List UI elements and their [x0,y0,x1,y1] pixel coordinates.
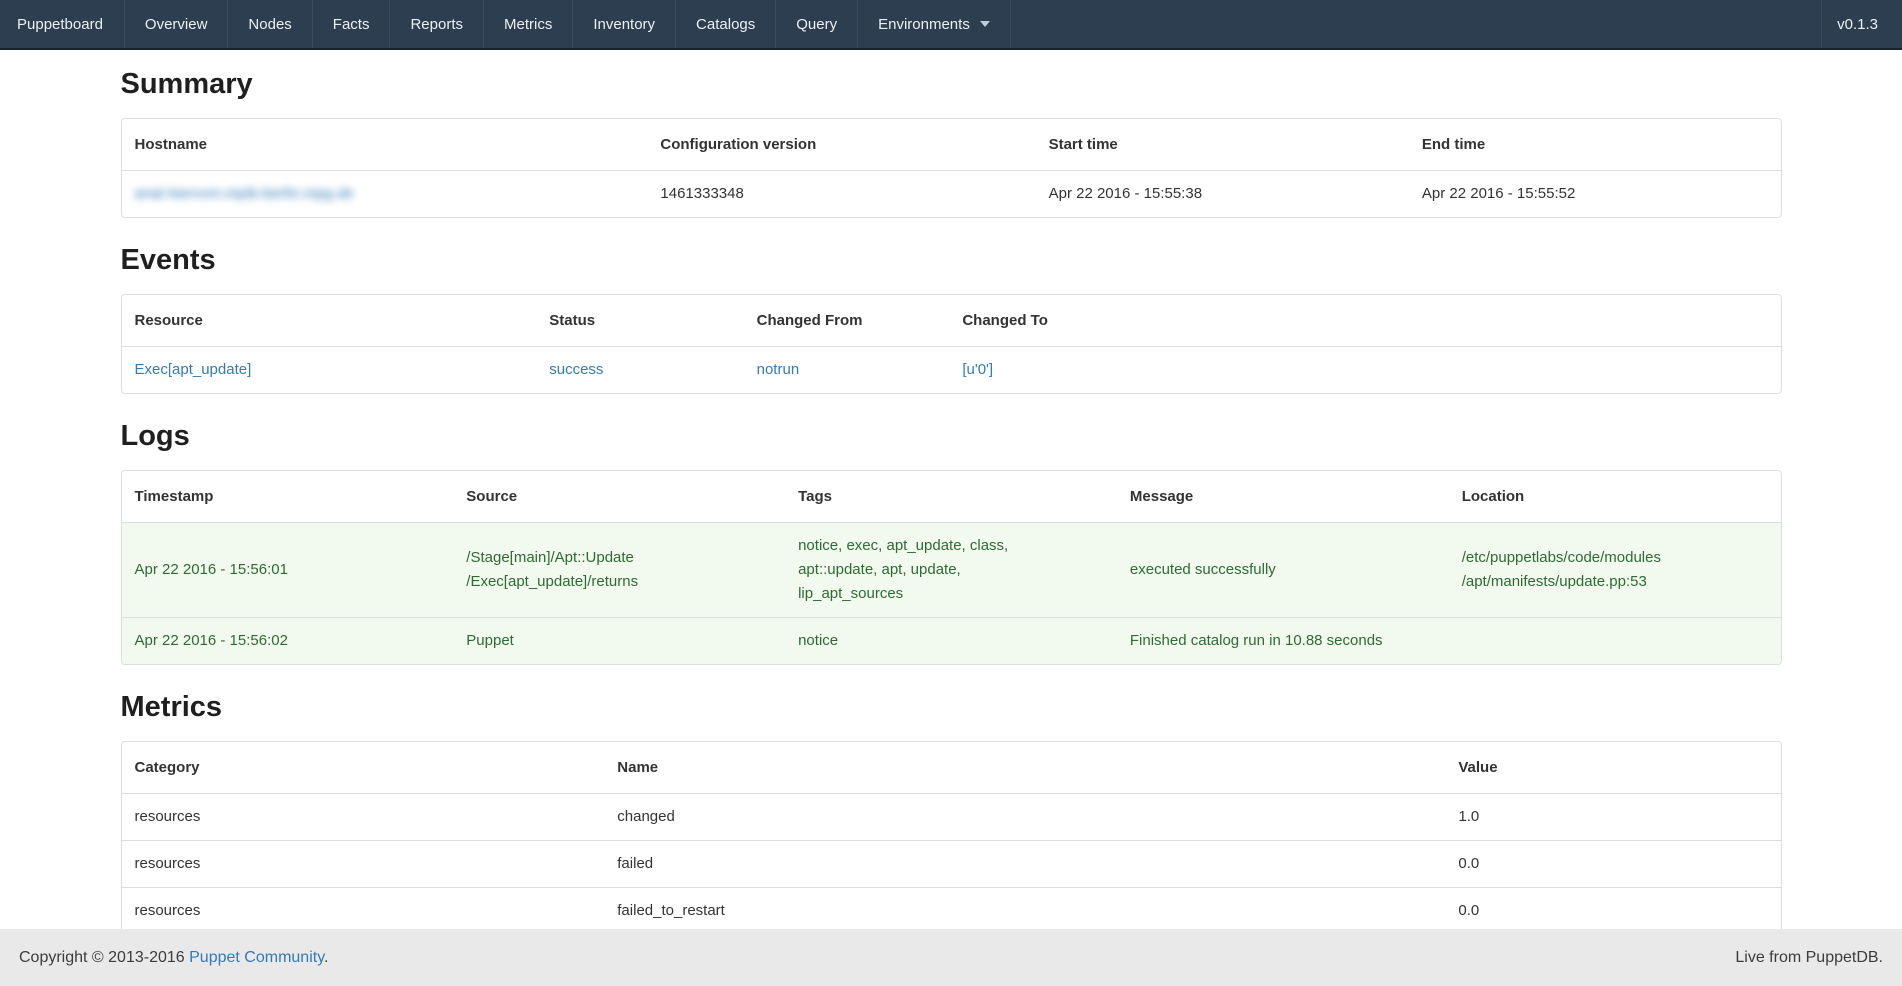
log-location [1449,618,1781,665]
nav-item-catalogs[interactable]: Catalogs [676,0,776,48]
events-table: Resource Status Changed From Changed To … [122,295,1781,393]
start-time-value: Apr 22 2016 - 15:55:38 [1036,171,1409,218]
events-section-title: Events [121,244,1782,276]
metric-name: failed_to_restart [604,888,1445,935]
log-row: Apr 22 2016 - 15:56:01 /Stage[main]/Apt:… [122,523,1781,618]
navbar-spacer [1011,0,1821,48]
config-version-value: 1461333348 [647,171,1035,218]
summary-col-config-version: Configuration version [647,119,1035,171]
puppet-community-link[interactable]: Puppet Community [189,949,324,966]
main-content: Summary Hostname Configuration version S… [121,68,1782,960]
log-source: /Stage[main]/Apt::Update /Exec[apt_updat… [453,523,785,618]
metrics-col-name: Name [604,742,1445,794]
hostname-link[interactable]: anat-tservvm.mpib-berlin.mpg.de [135,185,354,202]
log-timestamp: Apr 22 2016 - 15:56:01 [122,523,454,618]
end-time-value: Apr 22 2016 - 15:55:52 [1409,171,1781,218]
logs-col-timestamp: Timestamp [122,471,454,523]
event-row: Exec[apt_update] success notrun [u'0'] [122,347,1781,394]
event-changed-from-link[interactable]: notrun [757,361,800,378]
log-source: Puppet [453,618,785,665]
metric-name: changed [604,794,1445,841]
metric-name: failed [604,841,1445,888]
events-col-changed-to: Changed To [949,295,1780,347]
navbar-brand-puppetboard[interactable]: Puppetboard [0,0,125,48]
logs-panel: Timestamp Source Tags Message Location A… [121,470,1782,665]
logs-col-message: Message [1117,471,1449,523]
metric-category: resources [122,794,605,841]
footer-puppetdb-status: Live from PuppetDB. [1735,949,1883,967]
logs-col-source: Source [453,471,785,523]
log-tags: notice, exec, apt_update, class, apt::up… [785,523,1117,618]
summary-row: anat-tservvm.mpib-berlin.mpg.de 14613333… [122,171,1781,218]
nav-item-facts[interactable]: Facts [313,0,391,48]
metric-value: 0.0 [1445,888,1780,935]
nav-item-metrics[interactable]: Metrics [484,0,573,48]
app-version-label: v0.1.3 [1821,0,1902,48]
summary-panel: Hostname Configuration version Start tim… [121,118,1782,218]
logs-table: Timestamp Source Tags Message Location A… [122,471,1781,664]
metric-row: resources failed_to_restart 0.0 [122,888,1781,935]
logs-header-row: Timestamp Source Tags Message Location [122,471,1781,523]
summary-section-title: Summary [121,68,1782,100]
nav-dropdown-environments[interactable]: Environments [858,0,1011,48]
event-status-link[interactable]: success [549,361,603,378]
copyright-text: Copyright © 2013-2016 [19,949,189,966]
summary-col-start-time: Start time [1036,119,1409,171]
log-row: Apr 22 2016 - 15:56:02 Puppet notice Fin… [122,618,1781,665]
events-header-row: Resource Status Changed From Changed To [122,295,1781,347]
copyright-period: . [324,949,328,966]
nav-item-inventory[interactable]: Inventory [573,0,676,48]
log-message: executed successfully [1117,523,1449,618]
metric-value: 0.0 [1445,841,1780,888]
log-location: /etc/puppetlabs/code/modules /apt/manife… [1449,523,1781,618]
nav-item-reports[interactable]: Reports [390,0,484,48]
page-footer: Copyright © 2013-2016 Puppet Community. … [0,929,1902,986]
metrics-table: Category Name Value resources changed 1.… [122,742,1781,959]
nav-item-nodes[interactable]: Nodes [228,0,312,48]
summary-col-end-time: End time [1409,119,1781,171]
metric-category: resources [122,888,605,935]
event-resource-link[interactable]: Exec[apt_update] [135,361,252,378]
metrics-col-category: Category [122,742,605,794]
log-tags: notice [785,618,1117,665]
summary-header-row: Hostname Configuration version Start tim… [122,119,1781,171]
logs-col-tags: Tags [785,471,1117,523]
caret-down-icon [980,21,990,27]
metrics-panel: Category Name Value resources changed 1.… [121,741,1782,960]
metrics-section-title: Metrics [121,691,1782,723]
events-col-status: Status [536,295,743,347]
top-navbar: Puppetboard Overview Nodes Facts Reports… [0,0,1902,50]
footer-copyright: Copyright © 2013-2016 Puppet Community. [19,949,328,967]
metric-row: resources changed 1.0 [122,794,1781,841]
metric-category: resources [122,841,605,888]
events-col-resource: Resource [122,295,537,347]
logs-section-title: Logs [121,420,1782,452]
logs-col-location: Location [1449,471,1781,523]
log-timestamp: Apr 22 2016 - 15:56:02 [122,618,454,665]
summary-col-hostname: Hostname [122,119,648,171]
metric-row: resources failed 0.0 [122,841,1781,888]
summary-table: Hostname Configuration version Start tim… [122,119,1781,217]
events-panel: Resource Status Changed From Changed To … [121,294,1782,394]
navbar-left: Puppetboard Overview Nodes Facts Reports… [0,0,1011,48]
nav-item-overview[interactable]: Overview [125,0,229,48]
metrics-header-row: Category Name Value [122,742,1781,794]
events-col-changed-from: Changed From [744,295,950,347]
event-changed-to-link[interactable]: [u'0'] [962,361,993,378]
log-message: Finished catalog run in 10.88 seconds [1117,618,1449,665]
metric-value: 1.0 [1445,794,1780,841]
environments-dropdown-label: Environments [878,16,970,33]
nav-item-query[interactable]: Query [776,0,858,48]
metrics-col-value: Value [1445,742,1780,794]
